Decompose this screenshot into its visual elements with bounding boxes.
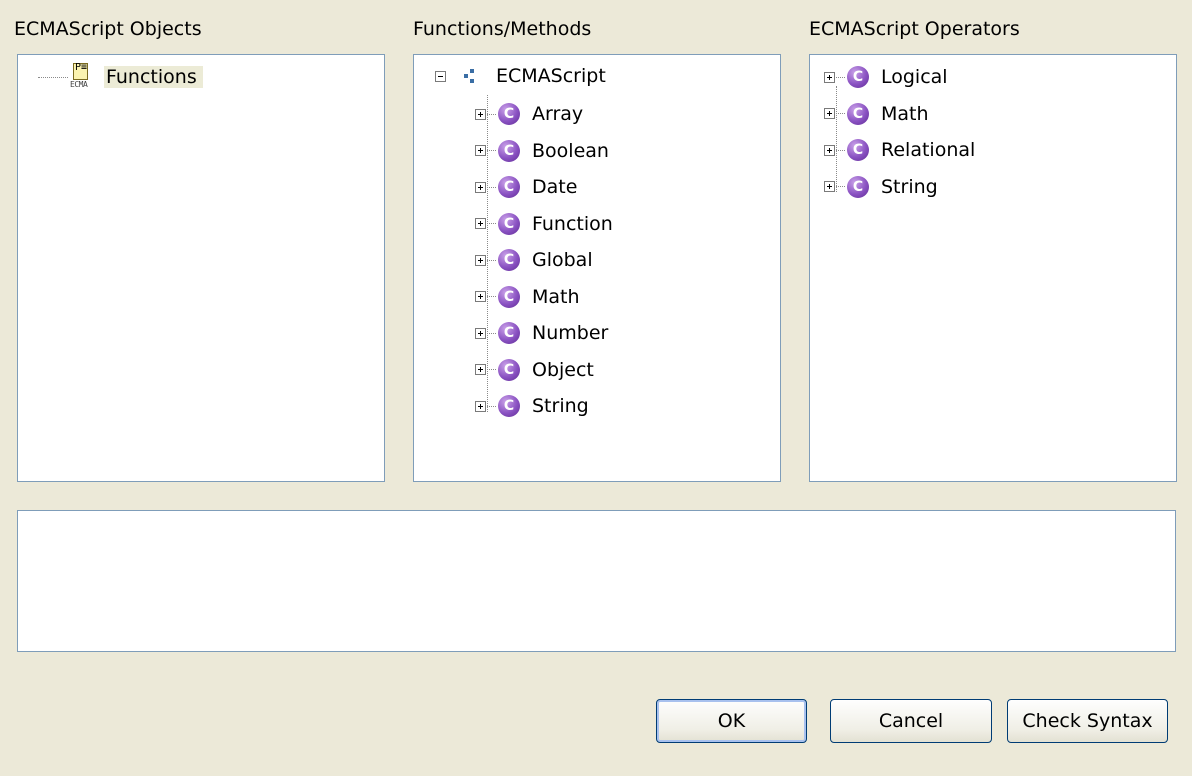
tree-item-number[interactable]: C Number (475, 316, 608, 350)
expand-icon[interactable] (824, 71, 835, 83)
class-icon: C (498, 212, 520, 235)
tree-item-label: Global (532, 249, 593, 271)
ok-button[interactable]: OK (656, 699, 807, 743)
expand-icon[interactable] (475, 108, 486, 120)
class-icon: C (498, 285, 520, 308)
ecma-functions-icon: P≡ ECMA (70, 62, 88, 89)
tree-item-label: Functions (104, 66, 203, 88)
tree-item-boolean[interactable]: C Boolean (475, 134, 609, 168)
tree-item-global[interactable]: C Global (475, 243, 593, 277)
tree-item-label: String (881, 175, 938, 198)
expand-icon[interactable] (475, 145, 486, 156)
class-icon: C (498, 395, 520, 417)
tree-item-functions[interactable]: P≡ ECMA Functions (38, 60, 203, 94)
tree-connector (487, 332, 496, 334)
tree-item-label: Math (881, 102, 929, 125)
tree-connector (487, 296, 496, 297)
operators-pane-label: ECMAScript Operators (809, 18, 1020, 40)
tree-item-label: Logical (881, 66, 948, 88)
expand-icon[interactable] (475, 254, 486, 266)
objects-pane-label: ECMAScript Objects (14, 18, 202, 40)
expand-icon[interactable] (475, 181, 486, 193)
tree-item-label: Array (532, 103, 584, 125)
check-syntax-button[interactable]: Check Syntax (1007, 699, 1168, 743)
tree-item-label: Relational (881, 139, 976, 161)
expand-icon[interactable] (824, 108, 835, 119)
tree-connector (487, 405, 496, 407)
tree-connector (487, 369, 496, 370)
operators-tree[interactable]: C Logical C Math C Relational C String (809, 54, 1177, 482)
expand-icon[interactable] (475, 400, 486, 412)
tree-item-label: Number (532, 322, 609, 344)
tree-item-label: Date (532, 176, 578, 198)
class-icon: C (847, 139, 869, 161)
tree-item-label: Math (532, 285, 580, 308)
class-icon: C (847, 102, 869, 125)
expand-icon[interactable] (475, 364, 486, 375)
tree-root-ecmascript[interactable]: ECMAScript (435, 59, 606, 93)
objects-tree[interactable]: P≡ ECMA Functions (17, 54, 385, 482)
class-icon: C (498, 103, 520, 125)
class-icon: C (847, 175, 869, 198)
tree-item-string[interactable]: C String (824, 170, 938, 204)
collapse-icon[interactable] (435, 70, 446, 82)
tree-connector (836, 76, 845, 78)
tree-item-math[interactable]: C Math (475, 280, 580, 314)
expand-icon[interactable] (475, 291, 486, 302)
class-icon: C (498, 358, 520, 381)
tree-item-label: Function (532, 212, 613, 235)
class-icon: C (498, 139, 520, 162)
functions-pane-label: Functions/Methods (413, 18, 592, 40)
tree-connector (487, 259, 496, 261)
class-icon: C (498, 322, 520, 344)
expand-icon[interactable] (475, 218, 486, 229)
tree-item-string[interactable]: C String (475, 389, 589, 423)
class-icon: C (498, 176, 520, 198)
expand-icon[interactable] (824, 181, 835, 192)
class-icon: C (847, 66, 869, 88)
tree-root-label: ECMAScript (496, 65, 606, 87)
tree-connector (487, 186, 496, 188)
tree-item-math[interactable]: C Math (824, 97, 929, 131)
tree-connector (38, 76, 68, 78)
tree-item-date[interactable]: C Date (475, 170, 577, 204)
functions-tree[interactable]: ECMAScript C Array C Boolean C Date C Function C… (413, 54, 781, 482)
expand-icon[interactable] (475, 327, 486, 339)
expression-textarea[interactable] (17, 510, 1176, 652)
package-icon (464, 67, 482, 85)
cancel-button[interactable]: Cancel (830, 699, 992, 743)
tree-connector (836, 186, 845, 187)
tree-item-function[interactable]: C Function (475, 207, 613, 241)
tree-item-label: String (532, 395, 589, 417)
expand-icon[interactable] (824, 144, 835, 156)
tree-item-label: Object (532, 358, 594, 381)
tree-item-logical[interactable]: C Logical (824, 60, 948, 94)
tree-item-object[interactable]: C Object (475, 353, 594, 387)
tree-item-array[interactable]: C Array (475, 97, 583, 131)
class-icon: C (498, 249, 520, 271)
tree-item-label: Boolean (532, 139, 609, 162)
tree-connector (487, 150, 496, 151)
tree-connector (836, 113, 845, 114)
tree-connector (487, 113, 496, 115)
tree-connector (487, 223, 496, 224)
tree-connector (836, 149, 845, 151)
tree-item-relational[interactable]: C Relational (824, 133, 975, 167)
